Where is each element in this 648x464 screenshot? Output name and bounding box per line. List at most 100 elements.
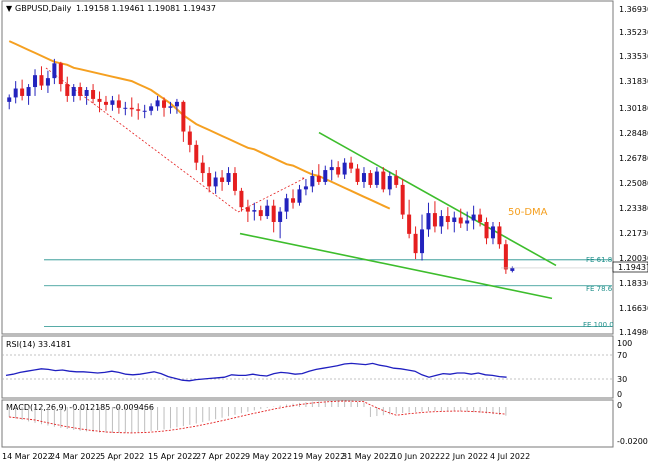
time-tick: 14 Mar 2022 — [2, 452, 53, 461]
candle-body — [310, 176, 315, 187]
candle-body — [181, 101, 186, 132]
candle-body — [58, 63, 63, 85]
rsi-tick: 100 — [617, 339, 632, 348]
candle-body — [213, 177, 218, 187]
time-tick: 22 Jun 2022 — [440, 452, 488, 461]
candle-body — [232, 173, 237, 191]
candle-body — [258, 210, 263, 217]
candle-body — [471, 214, 476, 221]
candle-body — [7, 97, 12, 102]
candle-body — [110, 100, 115, 105]
price-tick: 1.28480 — [619, 129, 648, 138]
candle-body — [84, 90, 89, 96]
candle-body — [149, 106, 154, 111]
candle-body — [349, 162, 354, 169]
price-tick: 1.31830 — [619, 77, 648, 86]
candle-body — [458, 217, 463, 224]
price-tick: 1.18330 — [619, 279, 648, 288]
candle-body — [297, 189, 302, 203]
candle-body — [155, 100, 160, 107]
rsi-tick: 70 — [617, 351, 627, 360]
candle-body — [420, 229, 425, 254]
candle-body — [278, 211, 283, 222]
current-price-tag: 1.19437 — [612, 261, 648, 273]
fe-100-label: FE 100.0 — [583, 321, 614, 329]
candle-body — [413, 233, 418, 254]
trading-chart[interactable]: ▼ GBPUSD,Daily 1.19158 1.19461 1.19081 1… — [0, 0, 648, 464]
candle-body — [168, 106, 173, 108]
candle-body — [510, 267, 515, 271]
candle — [503, 239, 508, 274]
candle-body — [33, 75, 38, 88]
candle-body — [284, 198, 289, 212]
candle-body — [39, 75, 44, 86]
macd-tick: 0 — [617, 401, 622, 410]
candle-body — [136, 109, 141, 111]
candle-body — [142, 110, 147, 112]
time-tick: 10 Jun 2022 — [392, 452, 440, 461]
candle-body — [78, 87, 83, 96]
candle-body — [200, 162, 205, 174]
candle-body — [387, 176, 392, 190]
candle-body — [329, 167, 334, 171]
ohlc-values: 1.19158 1.19461 1.19081 1.19437 — [76, 4, 216, 13]
price-tick: 1.25080 — [619, 179, 648, 188]
rsi-tick: 0 — [617, 390, 622, 399]
candle-body — [162, 100, 167, 108]
candle-body — [400, 184, 405, 215]
time-axis: 14 Mar 2022 24 Mar 2022 5 Apr 2022 15 Ap… — [2, 452, 530, 461]
candle-body — [323, 170, 328, 182]
candle-body — [26, 87, 31, 96]
candle-body — [65, 84, 70, 96]
time-tick: 19 May 2022 — [293, 452, 345, 461]
price-tick: 1.30180 — [619, 104, 648, 113]
dma-label: 50-DMA — [508, 207, 548, 218]
candle-body — [129, 107, 134, 110]
candle-body — [226, 173, 231, 182]
price-tick: 1.35230 — [619, 28, 648, 37]
candle-body — [497, 226, 502, 245]
candle-body — [252, 210, 257, 212]
candle-body — [361, 173, 366, 182]
main-price-panel[interactable] — [1, 0, 614, 335]
candle-body — [45, 78, 50, 86]
price-tick: 1.23380 — [619, 204, 648, 213]
candle-body — [445, 216, 450, 222]
price-tick: 1.14980 — [619, 328, 648, 337]
candle-body — [20, 88, 25, 96]
symbol-label: GBPUSD,Daily — [15, 4, 72, 13]
candle-body — [103, 101, 108, 105]
candle-body — [303, 186, 308, 190]
candle-body — [394, 176, 399, 185]
time-tick: 27 Apr 2022 — [196, 452, 245, 461]
candle-body — [245, 207, 250, 212]
candle-body — [97, 98, 102, 102]
rsi-panel[interactable] — [1, 335, 614, 399]
candle-body — [71, 87, 76, 96]
candle-body — [187, 131, 192, 145]
candle-body — [174, 101, 179, 107]
candle-body — [116, 100, 121, 108]
time-tick: 15 Apr 2022 — [148, 452, 197, 461]
candle-body — [355, 168, 360, 182]
time-tick: 9 May 2022 — [245, 452, 292, 461]
candle-body — [342, 162, 347, 175]
dropdown-arrow-icon[interactable]: ▼ — [6, 4, 13, 13]
time-tick: 24 Mar 2022 — [50, 452, 101, 461]
main-header: ▼ GBPUSD,Daily 1.19158 1.19461 1.19081 1… — [6, 4, 216, 13]
candle-body — [439, 216, 444, 227]
candle-body — [265, 205, 270, 217]
candle-body — [478, 214, 483, 222]
candle-body — [503, 244, 508, 270]
candle-body — [336, 167, 341, 175]
candle-body — [432, 213, 437, 227]
candle-body — [490, 226, 495, 239]
candle-body — [316, 176, 321, 182]
candle-body — [426, 213, 431, 230]
candle-body — [220, 177, 225, 182]
fe-61-8-label: FE 61.8 — [586, 256, 612, 264]
time-tick: 5 Apr 2022 — [100, 452, 144, 461]
candle-body — [239, 190, 244, 208]
time-tick: 31 May 2022 — [342, 452, 394, 461]
price-tick: 1.20030 — [619, 254, 648, 263]
